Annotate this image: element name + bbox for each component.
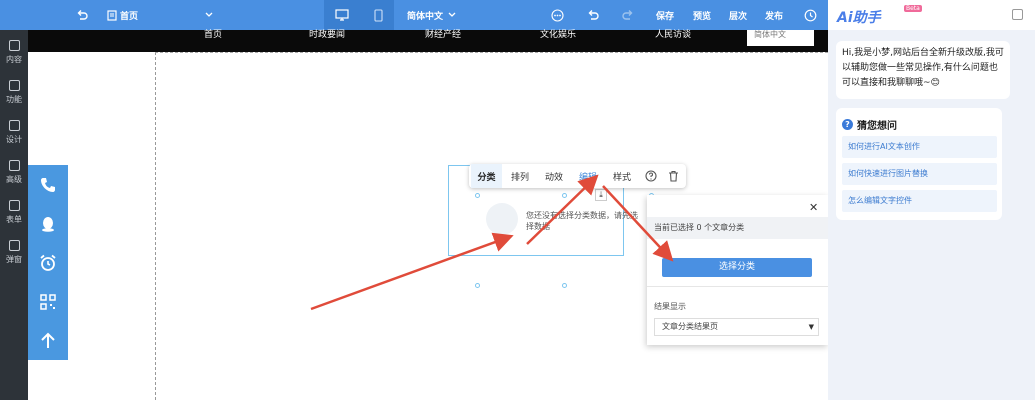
trash-icon[interactable]	[663, 164, 683, 188]
sidebar-item-label: 表单	[6, 214, 22, 224]
category-popup: ✕ 当前已选择 0 个文章分类 选择分类 结果显示 文章分类结果页 ▼	[647, 195, 828, 345]
more-icon[interactable]	[549, 0, 565, 30]
editor-sidebar: 内容 功能 设计 高级 表单 弹窗	[0, 30, 28, 400]
nav-link-politics[interactable]: 时政要闻	[309, 30, 345, 52]
content-icon	[8, 39, 20, 51]
home-icon[interactable]	[1012, 9, 1023, 20]
sidebar-item-advanced[interactable]: 高级	[0, 152, 28, 192]
nav-link-culture[interactable]: 文化娱乐	[540, 30, 576, 52]
sidebar-item-function[interactable]: 功能	[0, 72, 28, 112]
chevron-down-icon[interactable]	[447, 0, 457, 30]
sidebar-item-label: 功能	[6, 94, 22, 104]
result-display-label: 结果显示	[654, 302, 686, 311]
sidebar-item-form[interactable]: 表单	[0, 192, 28, 232]
alarm-clock-icon	[40, 254, 56, 271]
arrow-up-icon	[41, 332, 55, 348]
suggested-questions-card: ? 猜您想问 如何进行AI文本创作 如何快速进行图片替换 怎么编辑文字控件	[836, 108, 1002, 220]
suggested-question-item[interactable]: 如何快速进行图片替换	[842, 163, 997, 185]
resize-handle[interactable]	[562, 193, 567, 198]
undo-nav-icon[interactable]	[74, 0, 90, 30]
editor-topbar: 首页 简体中文 保存 预览 层次 发布	[0, 0, 828, 30]
close-icon[interactable]: ✕	[809, 201, 818, 214]
empty-data-text: 您还没有选择分类数据，请先选择数据	[526, 211, 638, 231]
suggested-questions-label: 猜您想问	[857, 121, 897, 132]
ai-logo: Ai助手	[837, 10, 881, 26]
select-category-button[interactable]: 选择分类	[662, 258, 812, 277]
sidebar-item-label: 高级	[6, 174, 22, 184]
tab-arrange[interactable]: 排列	[505, 164, 535, 188]
empty-placeholder-icon	[486, 203, 518, 235]
phone-icon	[41, 177, 55, 192]
redo-icon[interactable]	[620, 0, 636, 30]
history-icon[interactable]	[801, 0, 819, 30]
alarm-button[interactable]	[28, 243, 68, 282]
nav-link-interview[interactable]: 人民访谈	[655, 30, 691, 52]
resize-handle[interactable]	[475, 283, 480, 288]
ai-greeting-bubble: Hi,我是小梦,网站后台全新升级改版,我可以辅助您做一些常见操作,有什么问题也可…	[836, 41, 1010, 99]
qq-icon	[42, 216, 54, 232]
sidebar-item-content[interactable]: 内容	[0, 32, 28, 72]
sidebar-item-label: 设计	[6, 134, 22, 144]
chevron-down-icon[interactable]	[203, 0, 215, 30]
layers-button[interactable]: 层次	[727, 0, 749, 30]
site-navbar: 首页 时政要闻 财经产经 文化娱乐 人民访谈 简体中文	[28, 30, 828, 52]
resize-handle[interactable]	[562, 283, 567, 288]
result-display-value: 文章分类结果页	[662, 322, 718, 331]
beta-badge: Beta	[904, 5, 922, 12]
layout-icon	[8, 119, 20, 131]
sidebar-item-label: 弹窗	[6, 254, 22, 264]
mobile-icon[interactable]	[370, 0, 386, 30]
site-language-select[interactable]: 简体中文	[747, 30, 814, 46]
preview-button[interactable]: 预览	[691, 0, 713, 30]
sidebar-item-popup[interactable]: 弹窗	[0, 232, 28, 272]
tab-animation[interactable]: 动效	[539, 164, 569, 188]
qrcode-icon	[40, 293, 56, 310]
caret-down-icon: ▼	[808, 323, 814, 331]
desktop-icon[interactable]	[332, 0, 352, 30]
phone-button[interactable]	[28, 165, 68, 204]
undo-icon[interactable]	[585, 0, 601, 30]
ai-assistant-panel: Ai助手 Beta Hi,我是小梦,网站后台全新升级改版,我可以辅助您做一些常见…	[828, 0, 1035, 400]
suggested-questions-title: ? 猜您想问	[842, 117, 897, 132]
popup-icon	[8, 239, 20, 251]
advanced-icon	[8, 159, 20, 171]
qq-button[interactable]	[28, 204, 68, 243]
suggested-question-item[interactable]: 怎么编辑文字控件	[842, 190, 997, 212]
ai-header: Ai助手 Beta	[828, 0, 1035, 30]
page-selector-label[interactable]: 首页	[120, 0, 150, 30]
tab-edit[interactable]: 编辑	[573, 164, 603, 188]
help-icon[interactable]	[641, 164, 661, 188]
sidebar-item-design[interactable]: 设计	[0, 112, 28, 152]
language-selector[interactable]: 简体中文	[405, 0, 445, 30]
tab-category[interactable]: 分类	[471, 164, 502, 188]
nav-link-home[interactable]: 首页	[204, 30, 222, 52]
page-icon	[106, 0, 118, 30]
nav-link-finance[interactable]: 财经产经	[425, 30, 461, 52]
grid-icon	[8, 79, 20, 91]
result-display-select[interactable]: 文章分类结果页 ▼	[654, 318, 819, 336]
form-icon	[8, 199, 20, 211]
suggested-question-item[interactable]: 如何进行AI文本创作	[842, 136, 997, 158]
sidebar-item-label: 内容	[6, 54, 22, 64]
divider	[647, 286, 828, 287]
resize-handle[interactable]	[475, 193, 480, 198]
publish-button[interactable]: 发布	[763, 0, 785, 30]
save-button[interactable]: 保存	[654, 0, 676, 30]
tab-style[interactable]: 样式	[607, 164, 637, 188]
qrcode-button[interactable]	[28, 282, 68, 321]
question-icon: ?	[842, 119, 853, 130]
selection-info: 当前已选择 0 个文章分类	[647, 217, 828, 239]
back-to-top-button[interactable]	[28, 321, 68, 360]
download-icon[interactable]: ⤓	[595, 189, 607, 201]
module-toolbar: 分类 排列 动效 编辑 样式	[469, 164, 686, 188]
